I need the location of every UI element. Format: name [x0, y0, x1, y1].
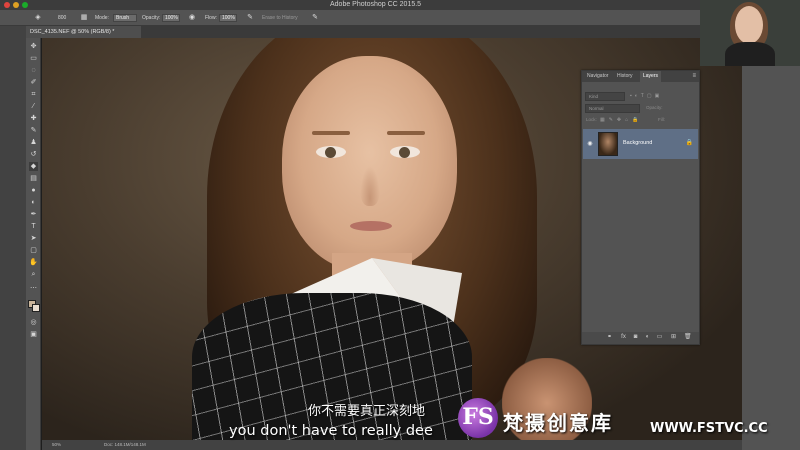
photo-brow-left	[312, 131, 350, 135]
opacity-field[interactable]: 100%	[162, 14, 180, 22]
zoom-window-button[interactable]	[22, 2, 28, 8]
tab-layers[interactable]: Layers	[640, 71, 662, 82]
layer-style-icon[interactable]: fx	[620, 334, 627, 341]
app-title: Adobe Photoshop CC 2015.5	[330, 1, 422, 8]
left-panel-strip	[0, 26, 26, 450]
subtitle-english: you don't have to really dee	[229, 423, 433, 439]
document-tab-bar: DSC_4135.NEF @ 50% (RGB/8) *	[26, 26, 700, 38]
pressure-opacity-icon[interactable]: ◉	[188, 14, 196, 22]
photo-mouth	[350, 221, 392, 231]
layer-opacity-label: Opacity:	[646, 105, 663, 110]
pen-tool-icon[interactable]: ✒	[29, 210, 38, 219]
more-tools-icon[interactable]: ⋯	[29, 284, 38, 293]
layer-name[interactable]: Background	[623, 139, 652, 147]
lock-label: Lock:	[586, 117, 597, 122]
document-size[interactable]: Doc: 148.1M/148.1M	[104, 441, 146, 449]
gradient-tool-icon[interactable]: ▤	[29, 174, 38, 183]
marquee-tool-icon[interactable]: ▭	[29, 54, 38, 63]
panel-dock	[742, 26, 800, 450]
watermark-url: WWW.FSTVC.CC	[650, 421, 768, 436]
visibility-eye-icon[interactable]: ◉	[586, 140, 594, 148]
watermark-logo-text: FS	[462, 404, 494, 430]
filter-icons: ▪◐T▢▣	[630, 93, 663, 99]
brush-tool-icon[interactable]: ✎	[29, 126, 38, 135]
link-layers-icon[interactable]: ⚭	[606, 334, 613, 341]
webcam-overlay	[700, 0, 800, 66]
lock-icons[interactable]: ▦✎✥⌂🔒	[600, 117, 642, 123]
zoom-level[interactable]: 50%	[52, 441, 61, 449]
title-bar: Adobe Photoshop CC 2015.5	[0, 0, 700, 10]
clone-stamp-tool-icon[interactable]: ♟	[29, 138, 38, 147]
layers-panel-footer: ⚭ fx ◙ ◐ ▭ ⊞ 🗑	[582, 332, 699, 344]
panel-tab-bar: Navigator History Layers ≡	[582, 71, 699, 82]
zoom-tool-icon[interactable]: ⌕	[29, 270, 38, 279]
layer-row-background[interactable]: ◉ Background 🔒	[583, 129, 698, 159]
blend-mode-select[interactable]: Normal	[585, 104, 640, 113]
airbrush-icon[interactable]: ✎	[246, 14, 254, 22]
lasso-tool-icon[interactable]: ◌	[29, 66, 38, 75]
photoshop-window: Adobe Photoshop CC 2015.5 ◈ 800 ▦ Mode: …	[0, 0, 800, 450]
crop-tool-icon[interactable]: ⌗	[29, 90, 38, 99]
tab-navigator[interactable]: Navigator	[584, 71, 611, 82]
watermark-logo: FS	[458, 398, 498, 438]
photo-eye-right	[390, 146, 420, 158]
minimize-window-button[interactable]	[13, 2, 19, 8]
presenter-body	[725, 42, 775, 66]
history-brush-tool-icon[interactable]: ↺	[29, 150, 38, 159]
dodge-tool-icon[interactable]: ◐	[29, 198, 38, 207]
quick-mask-icon[interactable]: ◎	[29, 318, 38, 327]
layer-kind-filter[interactable]: Kind	[585, 92, 625, 101]
healing-tool-icon[interactable]: ✚	[29, 114, 38, 123]
options-bar: ◈ 800 ▦ Mode: Brush Opacity: 100% ◉ Flow…	[0, 10, 700, 26]
new-group-icon[interactable]: ▭	[656, 334, 663, 341]
panel-menu-icon[interactable]: ≡	[692, 73, 696, 79]
pressure-size-icon[interactable]: ✎	[311, 14, 319, 22]
screen-mode-icon[interactable]: ▣	[29, 330, 38, 339]
path-select-tool-icon[interactable]: ➤	[29, 234, 38, 243]
shape-tool-icon[interactable]: ▢	[29, 246, 38, 255]
move-tool-icon[interactable]: ✥	[29, 42, 38, 51]
flow-field[interactable]: 100%	[219, 14, 237, 22]
brush-panel-icon[interactable]: ▦	[80, 14, 88, 22]
photo-brow-right	[387, 131, 425, 135]
photo-nose	[360, 166, 380, 206]
flow-label: Flow:	[205, 15, 217, 21]
watermark-name: 梵摄创意库	[503, 411, 613, 435]
status-bar: 50% Doc: 148.1M/148.1M	[42, 440, 742, 450]
tab-history[interactable]: History	[614, 71, 636, 82]
opacity-label: Opacity:	[142, 15, 161, 21]
eraser-tool-icon[interactable]: ◆	[29, 162, 38, 171]
subtitle-chinese: 你不需要真正深刻地	[308, 404, 426, 419]
document-tab[interactable]: DSC_4135.NEF @ 50% (RGB/8) *	[26, 26, 141, 38]
color-swatches[interactable]	[28, 300, 40, 312]
mode-select[interactable]: Brush	[113, 14, 137, 22]
hand-tool-icon[interactable]: ✋	[29, 258, 38, 267]
tools-panel: ✥ ▭ ◌ ✐ ⌗ ⁄ ✚ ✎ ♟ ↺ ◆ ▤ ● ◐ ✒ T ➤ ▢ ✋ ⌕ …	[26, 38, 41, 450]
brush-size-value[interactable]: 800	[58, 13, 66, 23]
layers-panel: Navigator History Layers ≡ Kind ▪◐T▢▣ No…	[581, 70, 700, 345]
window-controls	[4, 2, 28, 8]
layer-lock-icon: 🔒	[685, 140, 693, 146]
photo-eye-left	[316, 146, 346, 158]
adjustment-layer-icon[interactable]: ◐	[644, 334, 651, 341]
delete-layer-icon[interactable]: 🗑	[684, 334, 692, 341]
layer-thumbnail	[598, 132, 618, 156]
fill-label: Fill:	[658, 117, 665, 122]
eyedropper-tool-icon[interactable]: ⁄	[29, 102, 38, 111]
quick-select-tool-icon[interactable]: ✐	[29, 78, 38, 87]
add-mask-icon[interactable]: ◙	[632, 334, 639, 341]
eraser-preset-icon[interactable]: ◈	[34, 14, 42, 22]
background-color-swatch[interactable]	[32, 304, 40, 312]
erase-to-history-checkbox[interactable]: Erase to History	[262, 13, 298, 23]
mode-label: Mode:	[95, 15, 109, 21]
new-layer-icon[interactable]: ⊞	[670, 334, 677, 341]
type-tool-icon[interactable]: T	[29, 222, 38, 231]
blur-tool-icon[interactable]: ●	[29, 186, 38, 195]
presenter-face	[735, 6, 763, 44]
close-window-button[interactable]	[4, 2, 10, 8]
